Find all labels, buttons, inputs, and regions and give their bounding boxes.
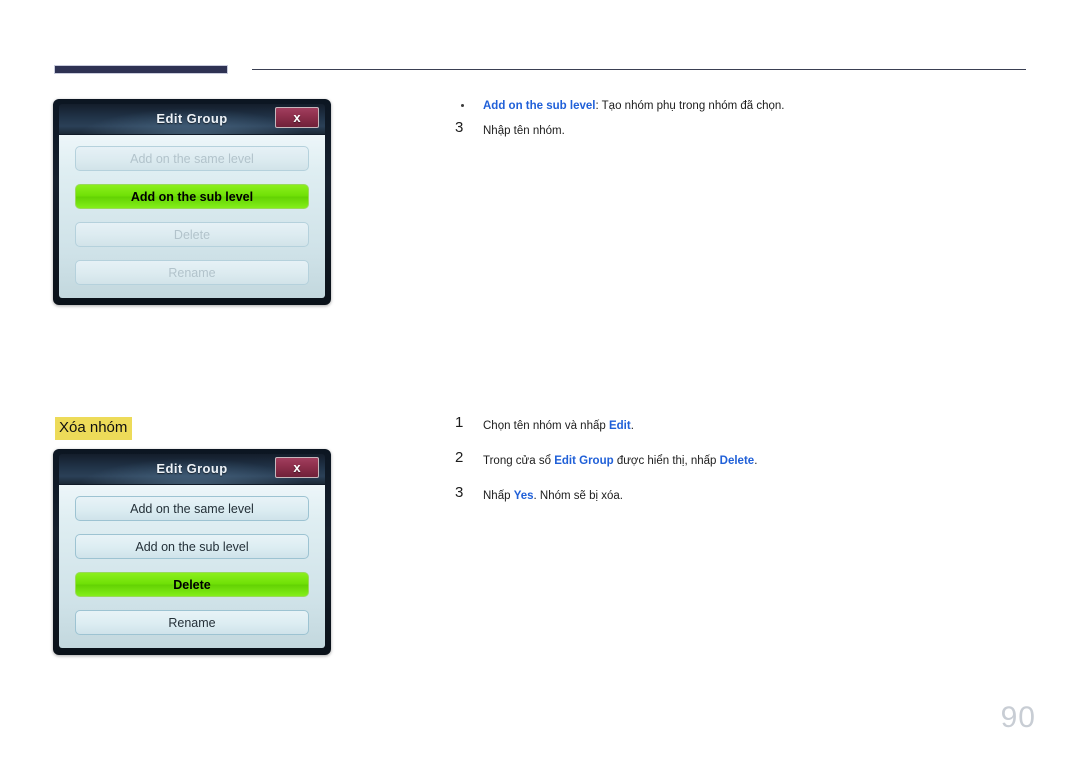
step-keyword: Edit (608, 420, 631, 432)
step-number: 1 (455, 414, 464, 431)
delete-button[interactable]: Delete (75, 572, 309, 597)
step-text-after: . (630, 420, 634, 432)
step-item-2: 2 Trong cửa sổ Edit Group được hiển thị, … (455, 449, 1030, 469)
step-keyword-2: Delete (719, 455, 755, 467)
steps-block: 1 Chọn tên nhóm và nhấp Edit. 2 Trong cửa … (455, 414, 1030, 504)
bullet-dot-icon (461, 104, 464, 107)
step-text-after: . (754, 455, 758, 467)
dialog-body: Add on the same level Add on the sub lev… (59, 485, 325, 648)
dialog-body: Add on the same level Add on the sub lev… (59, 135, 325, 298)
bullet-keyword: Add on the sub level (483, 100, 596, 112)
bullet-note: Add on the sub level: Tạo nhóm phụ trong… (455, 98, 1030, 114)
header-divider-line (252, 69, 1026, 70)
step-text-mid: được hiển thị, nhấp (613, 455, 720, 467)
step-text-before: Nhấp (483, 490, 514, 502)
step-text-before: Chọn tên nhóm và nhấp (483, 420, 609, 432)
step-text-before: Trong cửa sổ (483, 455, 555, 467)
page-number: 90 (1000, 701, 1036, 734)
close-icon[interactable]: x (275, 107, 319, 128)
rename-button[interactable]: Rename (75, 260, 309, 285)
step-number: 2 (455, 449, 464, 466)
edit-group-dialog-1: Edit Group x Add on the same level Add o… (53, 99, 331, 305)
page-header-rule (54, 62, 1026, 74)
top-step-3: 3 Nhập tên nhóm. (455, 119, 1030, 139)
add-on-sub-level-button[interactable]: Add on the sub level (75, 184, 309, 209)
step-item-3: 3 Nhấp Yes. Nhóm sẽ bị xóa. (455, 484, 1030, 504)
dialog-titlebar: Edit Group x (59, 454, 325, 484)
bullet-text: Tạo nhóm phụ trong nhóm đã chọn. (601, 100, 785, 112)
dialog-titlebar: Edit Group x (59, 104, 325, 134)
step-number: 3 (455, 119, 464, 136)
section-heading: Xóa nhóm (55, 417, 133, 440)
step-keyword: Yes (513, 490, 534, 502)
rename-button[interactable]: Rename (75, 610, 309, 635)
delete-button[interactable]: Delete (75, 222, 309, 247)
top-notes-block: Add on the sub level: Tạo nhóm phụ trong… (455, 98, 1030, 139)
step-keyword: Edit Group (554, 455, 614, 467)
add-on-sub-level-button[interactable]: Add on the sub level (75, 534, 309, 559)
step-number: 3 (455, 484, 464, 501)
step-item-1: 1 Chọn tên nhóm và nhấp Edit. (455, 414, 1030, 434)
step-text: Nhập tên nhóm. (483, 125, 565, 137)
header-chapter-tab (54, 65, 228, 74)
add-on-same-level-button[interactable]: Add on the same level (75, 146, 309, 171)
step-text-after: . Nhóm sẽ bị xóa. (533, 490, 623, 502)
close-icon[interactable]: x (275, 457, 319, 478)
add-on-same-level-button[interactable]: Add on the same level (75, 496, 309, 521)
edit-group-dialog-2: Edit Group x Add on the same level Add o… (53, 449, 331, 655)
